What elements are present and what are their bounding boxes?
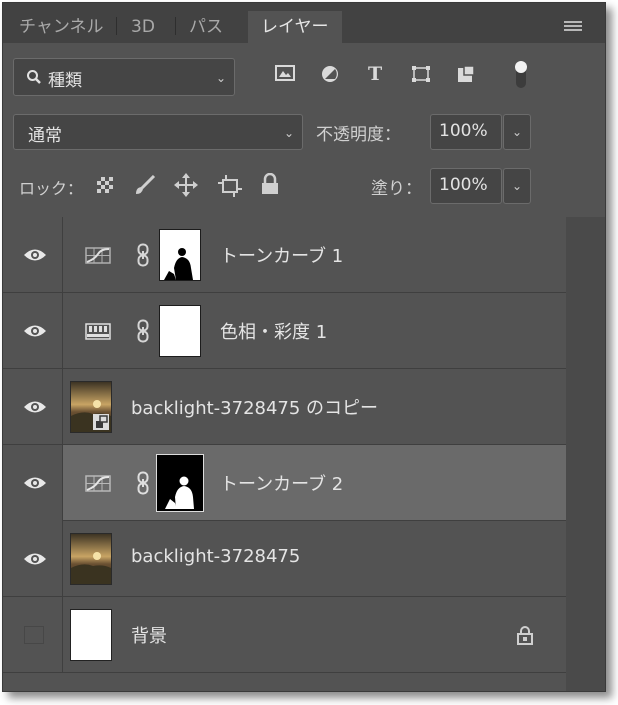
eye-icon[interactable] [23,475,47,491]
pixel-layer-filter-icon[interactable] [275,65,295,81]
layer-row-selected[interactable]: トーンカーブ 2 [3,445,566,521]
layer-thumbnail[interactable] [70,381,112,433]
layer-filter-select[interactable]: 種類 ⌄ [13,58,235,96]
lock-transparent-pixels-icon[interactable] [97,177,113,193]
eye-icon[interactable] [23,247,47,263]
layer-row[interactable]: backlight-3728475 [3,521,566,597]
visibility-column [3,217,63,293]
mask-link-icon[interactable] [137,319,149,343]
mask-link-icon[interactable] [137,243,149,267]
curves-adjustment-icon[interactable] [85,475,111,492]
layers-panel: チャンネル 3D パス レイヤー 種類 ⌄ T 通常 ⌄ 不透明度： 100% … [2,2,606,692]
fill-label: 塗り： [371,179,422,199]
tab-divider [116,17,117,35]
lock-image-pixels-icon[interactable] [134,175,156,195]
chevron-down-icon: ⌄ [284,126,295,140]
layers-list: トーンカーブ 1 色相・彩度 1 backlight-3728475 のコピー … [3,217,605,691]
layer-name[interactable]: backlight-3728475 [131,546,300,567]
lock-artboard-icon[interactable] [218,173,242,197]
smart-object-badge-icon [93,414,109,430]
layer-name[interactable]: 背景 [131,622,167,648]
lock-icon [517,626,533,645]
visibility-column [3,293,63,369]
visibility-column [3,521,63,597]
filter-toggle-icon[interactable] [513,58,529,92]
tab-layers[interactable]: レイヤー [248,11,342,43]
search-icon [27,70,41,84]
mask-silhouette [165,476,194,509]
layer-row[interactable]: トーンカーブ 1 [3,217,566,293]
visibility-column [3,597,63,673]
layer-name[interactable]: トーンカーブ 2 [220,470,343,496]
opacity-value: 100% [439,121,488,141]
tab-divider [175,17,176,35]
visibility-column [3,445,63,521]
layer-mask-thumbnail-active[interactable] [156,454,204,512]
mask-link-icon[interactable] [137,471,149,495]
chevron-down-icon: ⌄ [512,125,523,139]
tab-paths[interactable]: パス [189,13,223,43]
mask-silhouette [164,248,193,280]
chevron-down-icon: ⌄ [512,179,523,193]
chevron-down-icon: ⌄ [216,71,227,85]
layer-row[interactable]: 背景 [3,597,566,673]
eye-icon[interactable] [23,551,47,567]
opacity-input[interactable]: 100% [430,114,502,150]
visibility-column [3,369,63,445]
fill-value: 100% [439,175,488,195]
tab-3d[interactable]: 3D [131,13,155,43]
layer-row[interactable]: 色相・彩度 1 [3,293,566,369]
lock-position-icon[interactable] [174,173,198,197]
smart-object-filter-icon[interactable] [457,65,475,83]
lock-label: ロック： [19,179,84,198]
layer-name[interactable]: トーンカーブ 1 [220,242,343,268]
layer-thumbnail[interactable] [70,609,112,661]
eye-icon[interactable] [23,323,47,339]
eye-icon[interactable] [23,399,47,415]
blend-mode-select[interactable]: 通常 ⌄ [13,114,303,150]
layer-row[interactable]: backlight-3728475 のコピー [3,369,566,445]
opacity-label: 不透明度： [316,125,401,145]
landscape-photo [71,534,111,584]
type-layer-filter-icon[interactable]: T [368,63,382,85]
filter-kind-value: 種類 [48,71,82,91]
layer-name[interactable]: 色相・彩度 1 [220,318,327,344]
layer-name[interactable]: backlight-3728475 のコピー [131,394,378,420]
layer-mask-thumbnail[interactable] [159,229,201,281]
layer-thumbnail[interactable] [70,533,112,585]
lock-all-icon[interactable] [261,173,279,195]
layer-mask-thumbnail[interactable] [159,305,201,357]
visibility-toggle-empty[interactable] [24,626,44,644]
shape-layer-filter-icon[interactable] [411,65,431,83]
panel-menu-icon[interactable] [564,21,582,33]
tab-channels[interactable]: チャンネル [19,13,104,43]
adjustment-layer-filter-icon[interactable] [321,65,339,83]
fill-dropdown-button[interactable]: ⌄ [503,168,531,204]
tab-bar: チャンネル 3D パス レイヤー [3,3,605,43]
curves-adjustment-icon[interactable] [85,247,111,264]
hue-saturation-adjustment-icon[interactable] [85,323,111,340]
blend-mode-value: 通常 [28,126,62,146]
fill-input[interactable]: 100% [430,168,502,204]
opacity-dropdown-button[interactable]: ⌄ [503,114,531,150]
